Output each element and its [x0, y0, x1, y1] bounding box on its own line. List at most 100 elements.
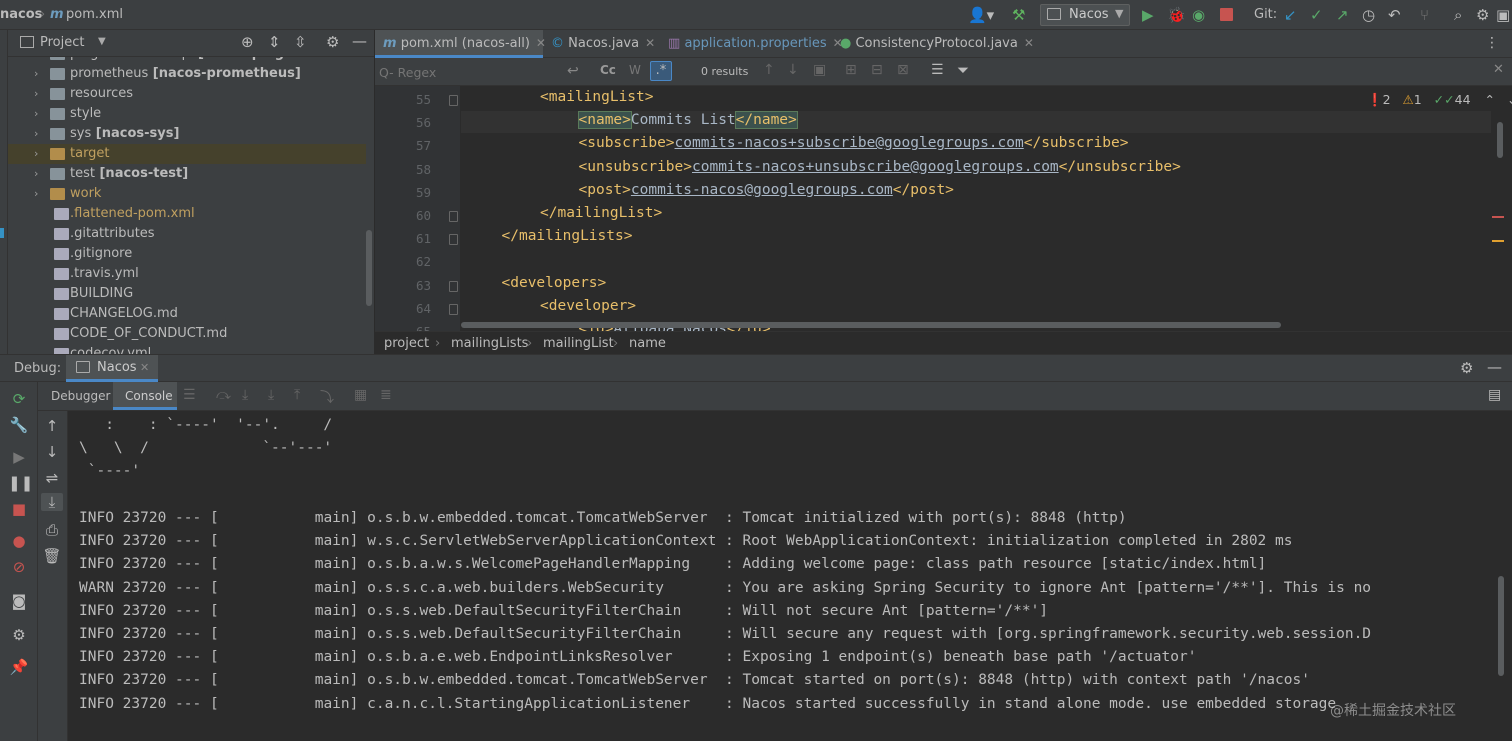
- hide-icon[interactable]: —: [352, 32, 367, 50]
- warning-stripe[interactable]: [1492, 240, 1504, 242]
- tree-item[interactable]: .gitignore: [8, 244, 366, 264]
- select-all-occurrences-icon[interactable]: ⊠: [897, 62, 909, 78]
- new-line-icon[interactable]: ↩: [567, 63, 579, 79]
- words-icon[interactable]: W: [629, 63, 641, 77]
- scroll-to-end-icon[interactable]: ⤓: [41, 493, 63, 511]
- git-update-icon[interactable]: ↙: [1284, 6, 1297, 24]
- hide-icon[interactable]: —: [1487, 358, 1502, 376]
- view-breakpoints-icon[interactable]: ●: [8, 532, 30, 550]
- close-icon[interactable]: ✕: [140, 361, 149, 374]
- build-hammer-icon[interactable]: ⚒: [1012, 6, 1025, 24]
- chevron-right-icon[interactable]: ›: [34, 57, 44, 64]
- tab-console[interactable]: Console: [113, 382, 177, 410]
- chevron-right-icon[interactable]: ›: [34, 184, 44, 204]
- pin-icon[interactable]: 📌: [8, 658, 30, 676]
- chevron-right-icon[interactable]: ›: [34, 84, 44, 104]
- show-execution-point-icon[interactable]: ☰: [183, 387, 196, 403]
- inspection-widget[interactable]: ❗2 ⚠1 ✓✓44 ⌃ ⌄: [1367, 92, 1512, 108]
- close-icon[interactable]: ✕: [1493, 62, 1504, 77]
- run-icon[interactable]: ▶: [1142, 6, 1154, 24]
- match-case-icon[interactable]: Cc: [600, 63, 616, 77]
- tree-item[interactable]: .travis.yml: [8, 264, 366, 284]
- code-line[interactable]: <developers>: [502, 275, 607, 291]
- tree-item[interactable]: codecov.yml: [8, 344, 366, 354]
- chevron-down-icon[interactable]: ▼: [98, 36, 106, 47]
- coverage-icon[interactable]: ◉: [1192, 6, 1205, 24]
- settings-icon[interactable]: ⚙: [1476, 6, 1489, 24]
- close-icon[interactable]: ✕: [645, 36, 655, 50]
- run-to-cursor-icon[interactable]: ⤵: [320, 387, 334, 407]
- tab-consistency-protocol[interactable]: ● ConsistencyProtocol.java ✕: [832, 30, 1034, 58]
- previous-occurrence-icon[interactable]: ↑: [763, 62, 775, 78]
- step-out-icon[interactable]: ⤒: [294, 387, 300, 403]
- gear-icon[interactable]: ⚙: [326, 33, 339, 51]
- code-line[interactable]: <name>Commits List</name>: [577, 111, 798, 130]
- editor-vscrollbar[interactable]: [1497, 122, 1503, 158]
- more-tabs-icon[interactable]: ⋮: [1485, 35, 1499, 51]
- tree-item[interactable]: › plugin-default-impl [nacos-plugin-defau…: [8, 57, 366, 64]
- code-line[interactable]: <mailingList>: [540, 89, 654, 105]
- breadcrumb-project[interactable]: nacos: [0, 7, 42, 22]
- breadcrumb-item[interactable]: mailingLists: [451, 336, 528, 351]
- user-icon[interactable]: 👤▾: [968, 6, 994, 24]
- search-icon[interactable]: ⌕: [1454, 6, 1462, 24]
- tree-item[interactable]: › work: [8, 184, 366, 204]
- filter-options-icon[interactable]: ☰: [931, 62, 944, 78]
- collapse-all-icon[interactable]: ⇳: [294, 33, 307, 51]
- ide-features-icon[interactable]: ▣: [1496, 6, 1510, 24]
- locate-icon[interactable]: ⊕: [241, 33, 254, 51]
- trace-icon[interactable]: ≣: [380, 387, 392, 403]
- search-input[interactable]: [379, 62, 559, 82]
- tree-scrollbar[interactable]: [366, 230, 372, 306]
- chevron-right-icon[interactable]: ›: [34, 124, 44, 144]
- pause-icon[interactable]: ❚❚: [8, 474, 33, 492]
- editor-hscrollbar[interactable]: [461, 322, 1281, 328]
- breadcrumb-item[interactable]: mailingList: [543, 336, 614, 351]
- next-occurrence-icon[interactable]: ↓: [787, 62, 799, 78]
- tree-item[interactable]: › test [nacos-test]: [8, 164, 366, 184]
- tree-item[interactable]: .flattened-pom.xml: [8, 204, 366, 224]
- stop-icon[interactable]: [1220, 8, 1233, 21]
- chevron-up-icon[interactable]: ⌃: [1485, 92, 1495, 107]
- git-push-icon[interactable]: ↗: [1336, 6, 1349, 24]
- tree-item[interactable]: › style: [8, 104, 366, 124]
- chevron-down-icon[interactable]: ⌄: [1507, 92, 1512, 107]
- evaluate-expression-icon[interactable]: ▦: [354, 387, 367, 403]
- rerun-icon[interactable]: ⟳: [8, 390, 30, 408]
- regex-toggle[interactable]: .*: [650, 61, 672, 81]
- debug-session-tab[interactable]: Nacos ✕: [66, 355, 158, 382]
- chevron-right-icon[interactable]: ›: [34, 64, 44, 84]
- remove-occurrence-icon[interactable]: ⊟: [871, 62, 883, 78]
- tree-item[interactable]: .gitattributes: [8, 224, 366, 244]
- soft-wrap-icon[interactable]: ⇌: [41, 469, 63, 487]
- expand-all-icon[interactable]: ⇕: [268, 33, 281, 51]
- tree-item[interactable]: › target: [8, 144, 366, 164]
- filter-icon[interactable]: ⏷: [957, 61, 969, 79]
- gear-icon[interactable]: ⚙: [1460, 359, 1473, 377]
- tree-item[interactable]: CHANGELOG.md: [8, 304, 366, 324]
- code-line[interactable]: <subscribe>commits-nacos+subscribe@googl…: [579, 135, 1129, 151]
- console-scrollbar[interactable]: [1498, 576, 1504, 676]
- tab-application-properties[interactable]: ▥ application.properties ✕: [660, 30, 843, 58]
- step-into-icon[interactable]: ⤓: [242, 387, 248, 403]
- code-area[interactable]: <mailingList> <name>Commits List</name> <s…: [375, 86, 1495, 331]
- history-icon[interactable]: ◷: [1362, 6, 1375, 24]
- select-all-icon[interactable]: ▣: [813, 62, 826, 78]
- code-line[interactable]: <post>commits-nacos@googlegroups.com</po…: [579, 182, 954, 198]
- git-branch-icon[interactable]: ⑂: [1420, 6, 1429, 24]
- run-config-select[interactable]: Nacos ▼: [1040, 4, 1130, 26]
- force-step-into-icon[interactable]: ⤓: [268, 387, 274, 403]
- up-icon[interactable]: ↑: [41, 417, 63, 435]
- code-line[interactable]: </mailingList>: [540, 205, 662, 221]
- error-stripe[interactable]: [1492, 216, 1504, 218]
- tab-debugger[interactable]: Debugger: [51, 389, 110, 403]
- trash-icon[interactable]: 🗑: [41, 547, 63, 565]
- breadcrumb-item[interactable]: name: [629, 336, 666, 351]
- modify-config-icon[interactable]: 🔧: [8, 416, 30, 434]
- step-over-icon[interactable]: ⤼: [216, 387, 231, 403]
- tree-item[interactable]: › prometheus [nacos-prometheus]: [8, 64, 366, 84]
- tab-nacos-java[interactable]: © Nacos.java ✕: [543, 30, 660, 58]
- resume-icon[interactable]: ▶: [8, 448, 30, 466]
- stop-icon[interactable]: ■: [8, 500, 30, 518]
- layout-icon[interactable]: ▤: [1488, 387, 1501, 403]
